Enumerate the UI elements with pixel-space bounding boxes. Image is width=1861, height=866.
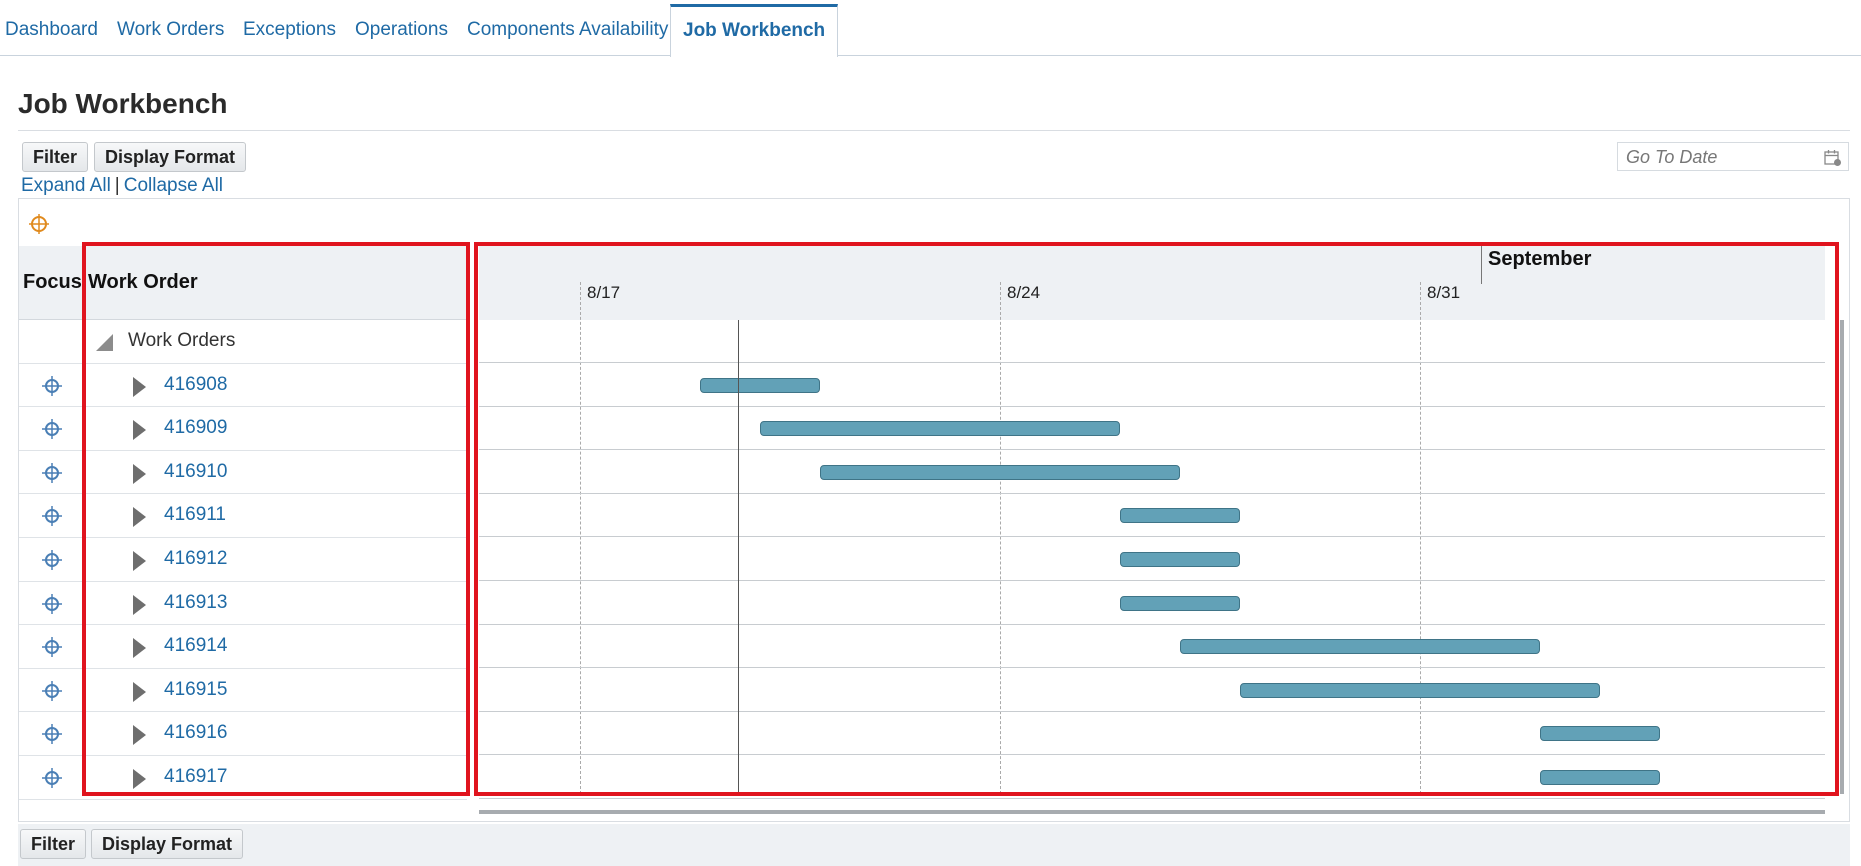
gantt-row-separator [479,798,1825,799]
tab-operations[interactable]: Operations [343,4,460,56]
focus-crosshair-icon[interactable] [41,375,63,402]
filter-button[interactable]: Filter [22,142,89,172]
focus-crosshair-icon[interactable] [41,505,63,532]
title-divider [18,130,1850,131]
go-to-date-input[interactable]: Go To Date [1617,142,1849,171]
focus-column-header: Focus [23,271,82,293]
highlight-gantt-area [474,242,1839,796]
focus-crosshair-icon[interactable] [41,767,63,794]
tab-dashboard[interactable]: Dashboard [0,4,110,56]
tab-work-orders[interactable]: Work Orders [105,4,236,56]
bottom-display-format-button[interactable]: Display Format [91,829,244,859]
highlight-work-order-column [82,242,470,796]
focus-today-icon[interactable] [28,213,50,240]
tab-components-availability[interactable]: Components Availability [455,4,680,56]
focus-crosshair-icon[interactable] [41,680,63,707]
focus-crosshair-icon[interactable] [41,723,63,750]
focus-crosshair-icon[interactable] [41,418,63,445]
horizontal-scrollbar[interactable] [479,810,1825,814]
tab-exceptions[interactable]: Exceptions [231,4,348,56]
go-to-date-placeholder: Go To Date [1626,147,1718,167]
display-format-button[interactable]: Display Format [94,142,247,172]
tab-job-workbench[interactable]: Job Workbench [670,4,839,57]
focus-crosshair-icon[interactable] [41,549,63,576]
tab-bar: Dashboard Work Orders Exceptions Operati… [0,0,1861,57]
focus-crosshair-icon[interactable] [41,636,63,663]
expand-all-link[interactable]: Expand All [21,175,111,196]
collapse-all-link[interactable]: Collapse All [124,175,223,196]
bottom-toolbar [18,824,1850,866]
vertical-scrollbar[interactable] [1840,320,1844,794]
page-title: Job Workbench [18,88,228,119]
focus-crosshair-icon[interactable] [41,462,63,489]
focus-crosshair-icon[interactable] [41,593,63,620]
link-separator: | [114,175,120,196]
expand-collapse-links: Expand All | Collapse All [21,175,223,197]
bottom-filter-button[interactable]: Filter [20,829,87,859]
calendar-icon[interactable] [1824,149,1842,172]
